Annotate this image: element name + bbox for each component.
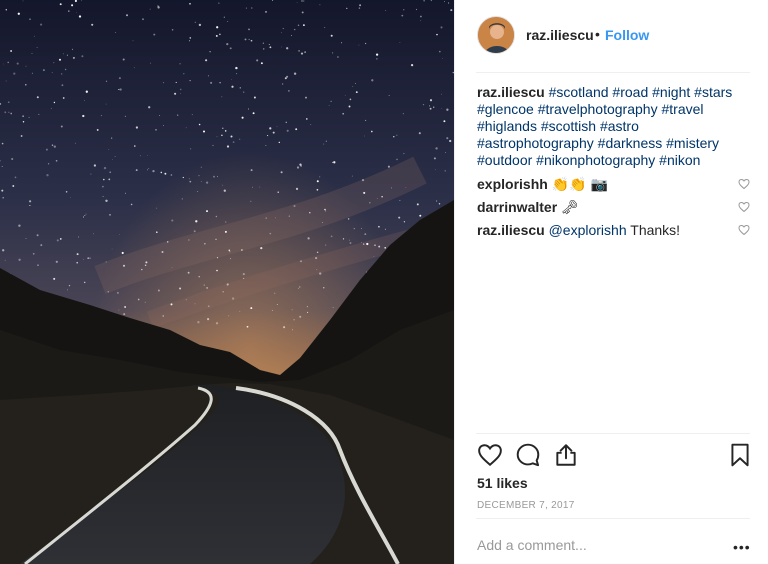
add-comment-input[interactable]: Add a comment...	[477, 537, 587, 553]
header-separator-dot: •	[595, 26, 600, 42]
header-divider	[476, 72, 750, 73]
hashtag-link[interactable]: #travelphotography	[538, 101, 658, 117]
comment: raz.iliescu @explorishh Thanks!	[477, 222, 737, 239]
post-side-panel: raz.iliescu • Follow raz.iliescu #scotla…	[454, 0, 768, 564]
hashtag-link[interactable]: #stars	[694, 84, 732, 100]
hashtag-link[interactable]: #travel	[661, 101, 703, 117]
instagram-post: raz.iliescu • Follow raz.iliescu #scotla…	[0, 0, 768, 564]
hashtag-link[interactable]: #darkness	[598, 135, 663, 151]
hashtag-link[interactable]: #outdoor	[477, 152, 532, 168]
share-upload-icon[interactable]	[553, 442, 579, 468]
post-caption: raz.iliescu #scotland #road #night #star…	[477, 84, 757, 169]
post-header: raz.iliescu • Follow	[455, 0, 768, 72]
hashtag-link[interactable]: #scottish	[541, 118, 596, 134]
comment: explorishh 👏👏 📷	[477, 176, 737, 193]
avatar-image	[478, 17, 514, 53]
comment-username[interactable]: darrinwalter	[477, 199, 557, 215]
post-actions	[455, 438, 768, 474]
likes-count[interactable]: 51 likes	[477, 475, 528, 491]
comment-text: 👏👏 📷	[551, 176, 608, 192]
caption-username[interactable]: raz.iliescu	[477, 84, 545, 100]
actions-divider	[476, 433, 750, 434]
small-heart-icon[interactable]	[738, 178, 750, 190]
hashtag-link[interactable]: #night	[652, 84, 690, 100]
hashtag-link[interactable]: #astrophotography	[477, 135, 594, 151]
hashtag-link[interactable]: #nikonphotography	[536, 152, 655, 168]
hashtag-link[interactable]: #glencoe	[477, 101, 534, 117]
small-heart-icon[interactable]	[738, 201, 750, 213]
comment-username[interactable]: explorishh	[477, 176, 548, 192]
hashtag-link[interactable]: #nikon	[659, 152, 700, 168]
comment-username[interactable]: raz.iliescu	[477, 222, 545, 238]
comment-text: 🗝	[561, 199, 579, 215]
heart-outline-icon[interactable]	[477, 442, 503, 468]
hashtag-link[interactable]: #higlands	[477, 118, 537, 134]
speech-bubble-icon[interactable]	[515, 442, 541, 468]
hashtag-link[interactable]: #road	[612, 84, 648, 100]
post-date: DECEMBER 7, 2017	[477, 500, 575, 511]
comment-text: Thanks!	[626, 222, 681, 238]
comment: darrinwalter 🗝	[477, 199, 737, 216]
hashtag-link[interactable]: #astro	[600, 118, 639, 134]
comment-mention[interactable]: @explorishh	[549, 222, 627, 238]
comment-divider	[476, 518, 750, 519]
avatar[interactable]	[477, 16, 515, 54]
hashtag-link[interactable]: #scotland	[549, 84, 609, 100]
night-road-photo	[0, 0, 454, 564]
header-username[interactable]: raz.iliescu	[526, 27, 594, 43]
post-photo[interactable]	[0, 0, 454, 564]
more-options-button[interactable]: •••	[733, 540, 751, 554]
bookmark-icon[interactable]	[727, 442, 753, 468]
hashtag-link[interactable]: #mistery	[666, 135, 719, 151]
small-heart-icon[interactable]	[738, 224, 750, 236]
follow-button[interactable]: Follow	[605, 27, 649, 43]
